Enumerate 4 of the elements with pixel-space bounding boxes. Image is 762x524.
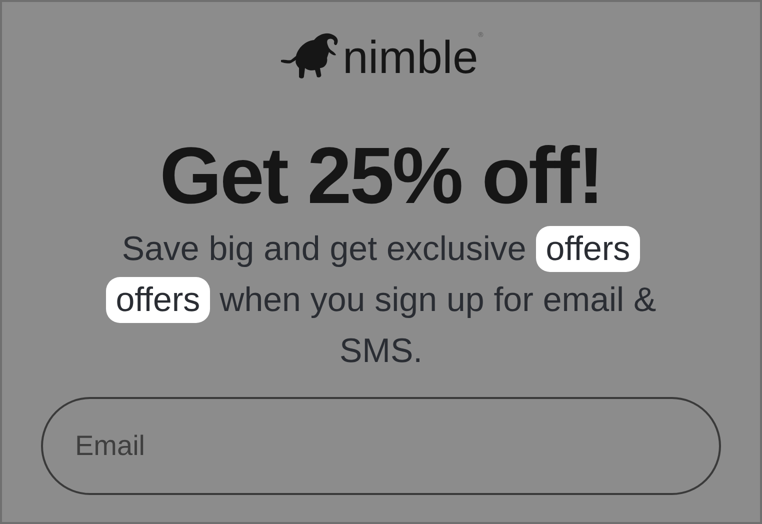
offer-description: Save big and get exclusive offers offers when you sign up for email & SMS. [21, 224, 741, 377]
email-field[interactable]: Email [41, 397, 721, 495]
logo-text: nimble [342, 32, 478, 82]
headline: Get 25% off! [160, 134, 602, 218]
